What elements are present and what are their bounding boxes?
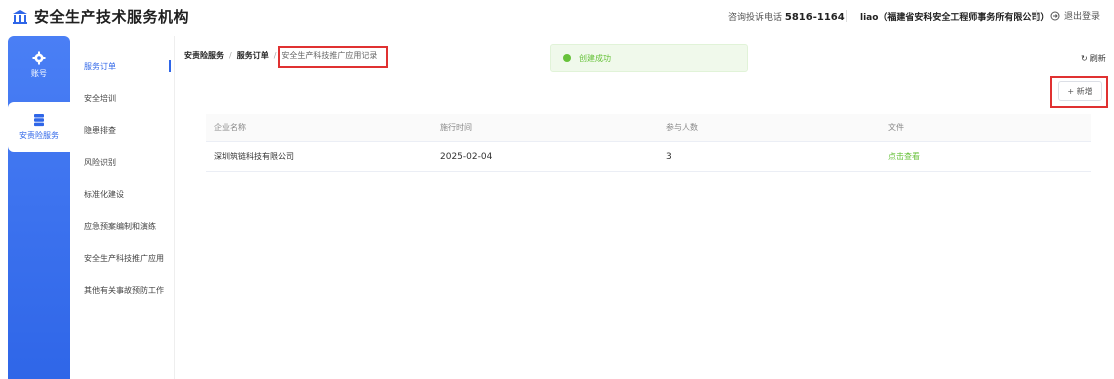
breadcrumb-item[interactable]: 安责险服务 [184,50,224,61]
table-header: 企业名称 施行时间 参与人数 文件 [206,114,1091,142]
logout-button[interactable]: 退出登录 [1050,9,1100,22]
cell-company: 深圳筑链科技有限公司 [214,152,294,161]
user-name[interactable]: liao（福建省安科安全工程师事务所有限公司） [860,10,1049,23]
column-header: 企业名称 [214,123,246,132]
submenu-item-safety-training[interactable]: 安全培训 [72,82,174,114]
hotline-number: 5816-1164 [784,12,845,23]
breadcrumb-separator: / [229,51,232,60]
success-toast: 创建成功 [550,44,748,72]
cell-count: 3 [666,151,672,162]
logout-icon [1050,11,1060,20]
success-icon [563,54,571,62]
sub-menu: 服务订单 安全培训 隐患排查 风险识别 标准化建设 应急预案编制和演练 安全生产… [72,36,175,379]
rail-item-label: 安责险服务 [19,131,59,140]
highlight-box [278,46,388,68]
database-icon [34,114,44,127]
main-nav-rail: 账号 安责险服务 [8,36,70,379]
submenu-item-emergency-plan[interactable]: 应急预案编制和演练 [72,210,174,242]
building-icon [13,9,27,24]
divider [1036,10,1037,22]
table-row: 深圳筑链科技有限公司 2025-02-04 3 点击查看 [206,142,1091,172]
app-title: 安全生产技术服务机构 [34,8,190,26]
main-content: 安责险服务 / 服务订单 / 安全生产科技推广应用记录 创建成功 ↻ 刷新 + … [176,36,1114,379]
add-button[interactable]: + 新增 [1058,81,1102,101]
submenu-item-service-orders[interactable]: 服务订单 [72,50,174,82]
hotline: 咨询投诉电话 5816-1164 [728,10,845,23]
cell-date: 2025-02-04 [440,151,493,162]
breadcrumb-item[interactable]: 服务订单 [237,50,269,61]
view-file-link[interactable]: 点击查看 [880,151,1091,162]
top-bar: 安全生产技术服务机构 咨询投诉电话 5816-1164 liao（福建省安科安全… [0,0,1114,34]
column-header: 施行时间 [440,123,472,132]
records-table: 企业名称 施行时间 参与人数 文件 深圳筑链科技有限公司 2025-02-04 … [206,114,1091,172]
rail-item-label: 账号 [31,69,47,78]
submenu-item-risk-identification[interactable]: 风险识别 [72,146,174,178]
brand: 安全生产技术服务机构 [12,6,189,27]
submenu-item-tech-promotion[interactable]: 安全生产科技推广应用 [72,242,174,274]
refresh-label: 刷新 [1089,54,1106,63]
hotline-label: 咨询投诉电话 [728,13,783,23]
gear-icon [32,51,46,65]
refresh-button[interactable]: ↻ 刷新 [1081,53,1106,64]
column-header: 参与人数 [666,123,698,132]
toast-text: 创建成功 [579,53,611,63]
logout-label: 退出登录 [1064,12,1101,22]
breadcrumb-separator: / [273,51,277,60]
rail-item-account[interactable]: 账号 [8,40,70,90]
submenu-item-standardization[interactable]: 标准化建设 [72,178,174,210]
rail-item-insurance-service[interactable]: 安责险服务 [8,102,70,152]
submenu-item-hazard-check[interactable]: 隐患排查 [72,114,174,146]
refresh-icon: ↻ [1081,54,1088,63]
column-header: 文件 [888,123,904,132]
divider [846,10,847,22]
submenu-item-other-prevention[interactable]: 其他有关事故预防工作 [72,274,174,306]
